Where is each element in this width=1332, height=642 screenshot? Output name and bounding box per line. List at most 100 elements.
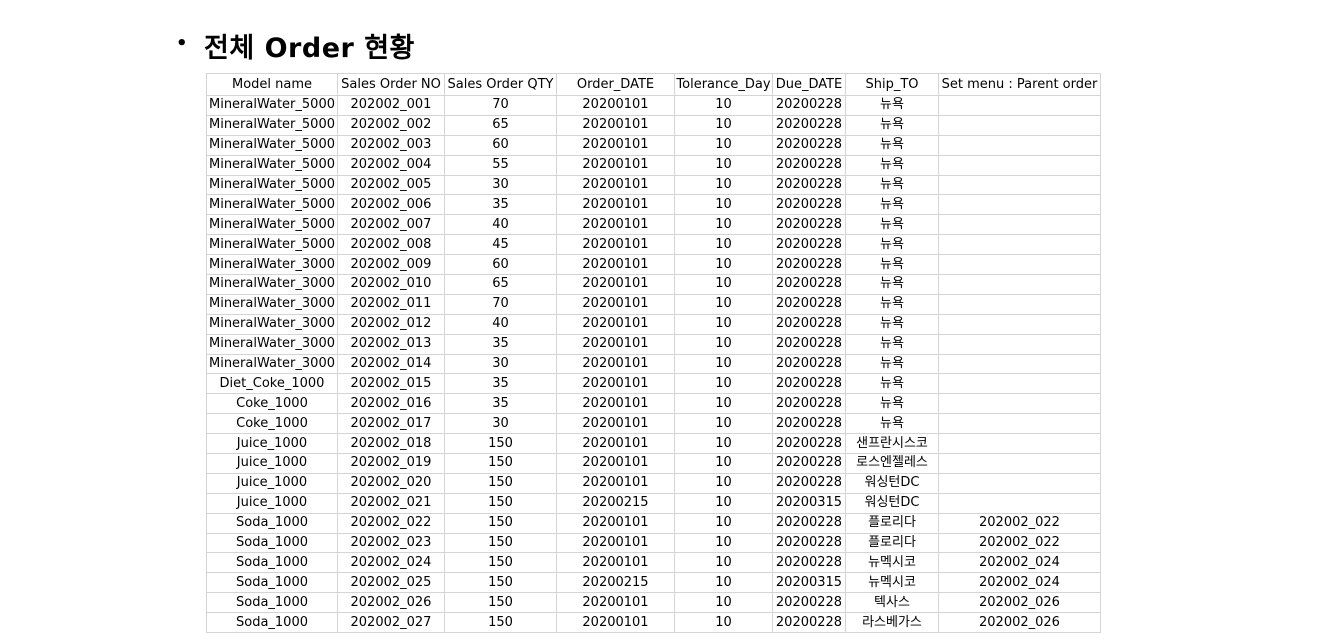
column-header: Model name (206, 73, 338, 96)
model-name-cell: MineralWater_3000 (206, 353, 338, 375)
table-row: Coke_1000 202002_017 30 20200101 10 20200228 뉴… (206, 413, 1101, 435)
sales-order-qty-cell: 30 (444, 353, 557, 375)
table-row: MineralWater_3000 202002_013 35 20200101 10 2… (206, 333, 1101, 355)
sales-order-qty-cell: 150 (444, 552, 557, 574)
tolerance-day-cell: 10 (674, 313, 773, 335)
sales-order-qty-cell: 45 (444, 234, 557, 256)
parent-order-cell (938, 134, 1101, 156)
table-row: Juice_1000 202002_018 150 20200101 10 2020022… (206, 433, 1101, 455)
parent-order-cell (938, 393, 1101, 415)
order-date-cell: 20200101 (556, 95, 675, 116)
order-date-cell: 20200101 (556, 274, 675, 295)
ship-to-cell: 뉴욕 (845, 353, 939, 375)
sales-order-no-cell: 202002_004 (337, 154, 445, 176)
order-date-cell: 20200101 (556, 532, 675, 554)
ship-to-cell: 뉴욕 (845, 234, 939, 256)
due-date-cell: 20200228 (772, 95, 846, 116)
sales-order-qty-cell: 60 (444, 254, 557, 276)
table-row: MineralWater_3000 202002_010 65 20200101 10 2… (206, 274, 1101, 295)
due-date-cell: 20200228 (772, 512, 846, 534)
model-name-cell: Soda_1000 (206, 532, 338, 554)
table-row: Soda_1000 202002_027 150 20200101 10 20200228… (206, 612, 1101, 634)
ship-to-cell: 플로리다 (845, 512, 939, 534)
ship-to-cell: 뉴욕 (845, 313, 939, 335)
sales-order-no-cell: 202002_026 (337, 592, 445, 614)
ship-to-cell: 뉴멕시코 (845, 572, 939, 594)
model-name-cell: Soda_1000 (206, 612, 338, 634)
tolerance-day-cell: 10 (674, 333, 773, 355)
order-date-cell: 20200101 (556, 154, 675, 176)
model-name-cell: Coke_1000 (206, 393, 338, 415)
tolerance-day-cell: 10 (674, 154, 773, 176)
model-name-cell: MineralWater_5000 (206, 154, 338, 176)
sales-order-no-cell: 202002_022 (337, 512, 445, 534)
parent-order-cell: 202002_026 (938, 612, 1101, 634)
sales-order-qty-cell: 35 (444, 333, 557, 355)
model-name-cell: Coke_1000 (206, 413, 338, 435)
tolerance-day-cell: 10 (674, 254, 773, 276)
order-date-cell: 20200101 (556, 254, 675, 276)
column-header: Order_DATE (556, 73, 675, 96)
sales-order-qty-cell: 65 (444, 114, 557, 136)
table-row: Juice_1000 202002_019 150 20200101 10 2020022… (206, 453, 1101, 474)
due-date-cell: 20200315 (772, 492, 846, 514)
ship-to-cell: 뉴욕 (845, 254, 939, 276)
tolerance-day-cell: 10 (674, 353, 773, 375)
tolerance-day-cell: 10 (674, 134, 773, 156)
ship-to-cell: 라스베가스 (845, 612, 939, 634)
tolerance-day-cell: 10 (674, 214, 773, 236)
parent-order-cell (938, 373, 1101, 395)
model-name-cell: MineralWater_3000 (206, 293, 338, 315)
table-row: Juice_1000 202002_020 150 20200101 10 2020022… (206, 472, 1101, 494)
column-header: Set menu : Parent order (938, 73, 1101, 96)
parent-order-cell (938, 433, 1101, 455)
model-name-cell: MineralWater_5000 (206, 214, 338, 236)
sales-order-no-cell: 202002_019 (337, 453, 445, 474)
tolerance-day-cell: 10 (674, 174, 773, 196)
tolerance-day-cell: 10 (674, 274, 773, 295)
due-date-cell: 20200228 (772, 234, 846, 256)
due-date-cell: 20200228 (772, 592, 846, 614)
ship-to-cell: 샌프란시스코 (845, 433, 939, 455)
due-date-cell: 20200228 (772, 313, 846, 335)
due-date-cell: 20200228 (772, 413, 846, 435)
due-date-cell: 20200228 (772, 472, 846, 494)
sales-order-no-cell: 202002_005 (337, 174, 445, 196)
sales-order-no-cell: 202002_007 (337, 214, 445, 236)
parent-order-cell (938, 154, 1101, 176)
sales-order-no-cell: 202002_015 (337, 373, 445, 395)
table-row: MineralWater_5000 202002_006 35 20200101 10 2… (206, 194, 1101, 216)
sales-order-qty-cell: 70 (444, 95, 557, 116)
order-date-cell: 20200101 (556, 472, 675, 494)
due-date-cell: 20200228 (772, 214, 846, 236)
table-row: MineralWater_5000 202002_001 70 20200101 10 2… (206, 95, 1101, 116)
parent-order-cell (938, 492, 1101, 514)
parent-order-cell (938, 313, 1101, 335)
due-date-cell: 20200228 (772, 114, 846, 136)
ship-to-cell: 뉴욕 (845, 214, 939, 236)
model-name-cell: MineralWater_3000 (206, 254, 338, 276)
order-date-cell: 20200101 (556, 353, 675, 375)
tolerance-day-cell: 10 (674, 234, 773, 256)
model-name-cell: MineralWater_5000 (206, 114, 338, 136)
ship-to-cell: 뉴욕 (845, 95, 939, 116)
table-row: MineralWater_5000 202002_002 65 20200101 10 2… (206, 114, 1101, 136)
table-row: MineralWater_5000 202002_007 40 20200101 10 2… (206, 214, 1101, 236)
sales-order-qty-cell: 60 (444, 134, 557, 156)
model-name-cell: Soda_1000 (206, 552, 338, 574)
table-row: MineralWater_3000 202002_014 30 20200101 10 2… (206, 353, 1101, 375)
sales-order-qty-cell: 150 (444, 592, 557, 614)
sales-order-qty-cell: 150 (444, 492, 557, 514)
parent-order-cell (938, 114, 1101, 136)
ship-to-cell: 뉴욕 (845, 134, 939, 156)
order-table: Model name Sales Order NO Sales Order QT… (206, 73, 1101, 634)
sales-order-qty-cell: 55 (444, 154, 557, 176)
order-date-cell: 20200101 (556, 234, 675, 256)
due-date-cell: 20200228 (772, 333, 846, 355)
due-date-cell: 20200228 (772, 552, 846, 574)
parent-order-cell: 202002_022 (938, 532, 1101, 554)
ship-to-cell: 뉴욕 (845, 274, 939, 295)
ship-to-cell: 뉴욕 (845, 293, 939, 315)
order-date-cell: 20200101 (556, 512, 675, 534)
sales-order-no-cell: 202002_013 (337, 333, 445, 355)
